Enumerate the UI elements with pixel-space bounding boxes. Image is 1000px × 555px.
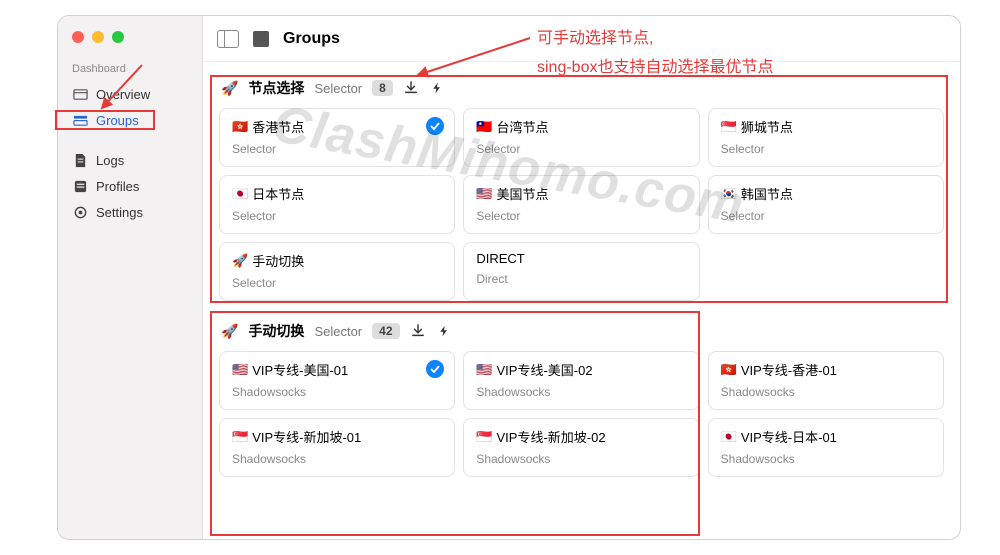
node-card[interactable]: 🇺🇸VIP专线-美国-01 Shadowsocks bbox=[219, 351, 455, 410]
group-count-badge: 8 bbox=[372, 80, 393, 96]
minimize-window[interactable] bbox=[92, 31, 104, 43]
sidebar-item-label: Settings bbox=[96, 205, 143, 220]
node-card[interactable]: 🇸🇬狮城节点 Selector bbox=[708, 108, 944, 167]
groups-title-icon bbox=[253, 31, 269, 47]
download-icon[interactable] bbox=[403, 80, 419, 96]
app-window: Dashboard Overview Groups Logs Profiles bbox=[57, 15, 961, 540]
flag-icon: 🇸🇬 bbox=[232, 429, 248, 445]
node-subtype: Shadowsocks bbox=[476, 452, 686, 466]
node-subtype: Selector bbox=[232, 276, 442, 290]
node-card[interactable]: 🇺🇸 美国节点 Selector bbox=[463, 175, 699, 234]
node-name: VIP专线-日本-01 bbox=[741, 427, 837, 446]
node-card[interactable]: 🇺🇸 VIP专线-美国-02 Shadowsocks bbox=[463, 351, 699, 410]
speedtest-icon[interactable] bbox=[429, 80, 445, 96]
node-name: 台湾节点 bbox=[497, 117, 549, 136]
node-name: 韩国节点 bbox=[741, 184, 793, 203]
sidebar-item-settings[interactable]: Settings bbox=[58, 199, 202, 225]
node-subtype: Shadowsocks bbox=[476, 385, 686, 399]
node-card[interactable]: 🇭🇰VIP专线-香港-01 Shadowsocks bbox=[708, 351, 944, 410]
node-card[interactable]: 🇯🇵日本节点 Selector bbox=[219, 175, 455, 234]
sidebar-item-label: Overview bbox=[96, 87, 150, 102]
content-body: 🚀 节点选择 Selector 8 🇭🇰香港节点 Selector bbox=[203, 62, 960, 539]
sidebar-item-label: Profiles bbox=[96, 179, 139, 194]
node-name: VIP专线-美国-02 bbox=[497, 360, 593, 379]
sidebar-item-label: Groups bbox=[96, 113, 139, 128]
sidebar-item-groups[interactable]: Groups bbox=[58, 107, 202, 133]
node-subtype: Shadowsocks bbox=[232, 385, 442, 399]
sidebar-toggle-icon[interactable] bbox=[217, 30, 239, 48]
sidebar-item-overview[interactable]: Overview bbox=[58, 81, 202, 107]
flag-icon: 🇰🇷 bbox=[721, 186, 737, 202]
page-title: Groups bbox=[283, 30, 340, 48]
titlebar: Groups bbox=[203, 16, 960, 62]
content-area: Groups 🚀 节点选择 Selector 8 🇭🇰香港节点 S bbox=[203, 16, 960, 539]
node-name: VIP专线-美国-01 bbox=[252, 360, 348, 379]
flag-icon: 🇭🇰 bbox=[232, 119, 248, 135]
flag-icon: 🇺🇸 bbox=[232, 362, 248, 378]
speedtest-icon[interactable] bbox=[436, 323, 452, 339]
sidebar: Dashboard Overview Groups Logs Profiles bbox=[58, 16, 203, 539]
group-type: Selector bbox=[314, 81, 362, 96]
node-subtype: Selector bbox=[232, 209, 442, 223]
node-card[interactable]: 🇸🇬VIP专线-新加坡-01 Shadowsocks bbox=[219, 418, 455, 477]
node-subtype: Shadowsocks bbox=[232, 452, 442, 466]
window-controls bbox=[58, 26, 202, 61]
sidebar-item-logs[interactable]: Logs bbox=[58, 147, 202, 173]
group-icon: 🚀 bbox=[221, 323, 238, 340]
group-type: Selector bbox=[314, 324, 362, 339]
group-title: 手动切换 bbox=[248, 321, 304, 341]
flag-icon: 🇭🇰 bbox=[721, 362, 737, 378]
groups-icon bbox=[72, 112, 88, 128]
node-card[interactable]: 🚀手动切换 Selector bbox=[219, 242, 455, 301]
node-subtype: Shadowsocks bbox=[721, 385, 931, 399]
group-icon: 🚀 bbox=[221, 80, 238, 97]
node-name: 手动切换 bbox=[252, 251, 304, 270]
group-count-badge: 42 bbox=[372, 323, 399, 339]
logs-icon bbox=[72, 152, 88, 168]
node-card[interactable]: 🇭🇰香港节点 Selector bbox=[219, 108, 455, 167]
node-card[interactable]: DIRECT Direct bbox=[463, 242, 699, 301]
node-subtype: Selector bbox=[721, 209, 931, 223]
node-grid: 🇺🇸VIP专线-美国-01 Shadowsocks 🇺🇸VIP专线-美国-02 … bbox=[219, 351, 944, 477]
flag-icon: 🇺🇸 bbox=[476, 186, 492, 202]
node-card[interactable]: 🇹🇼 台湾节点 Selector bbox=[463, 108, 699, 167]
node-name: 狮城节点 bbox=[741, 117, 793, 136]
profiles-icon bbox=[72, 178, 88, 194]
flag-icon: 🇯🇵 bbox=[232, 186, 248, 202]
flag-icon: 🇸🇬 bbox=[721, 119, 737, 135]
node-subtype: Selector bbox=[232, 142, 442, 156]
node-card[interactable]: 🇰🇷韩国节点 Selector bbox=[708, 175, 944, 234]
node-name: 日本节点 bbox=[252, 184, 304, 203]
node-subtype: Direct bbox=[476, 272, 686, 286]
node-name: 香港节点 bbox=[252, 117, 304, 136]
flag-icon: 🇺🇸 bbox=[476, 362, 492, 378]
group-title: 节点选择 bbox=[248, 78, 304, 98]
flag-icon: 🚀 bbox=[232, 253, 248, 269]
node-card[interactable]: 🇸🇬 VIP专线-新加坡-02 Shadowsocks bbox=[463, 418, 699, 477]
node-name: 美国节点 bbox=[497, 184, 549, 203]
node-grid: 🇭🇰香港节点 Selector 🇹🇼 台湾节点 Selector 🇸🇬狮城节点 S… bbox=[219, 108, 944, 301]
overview-icon bbox=[72, 86, 88, 102]
flag-icon: 🇸🇬 bbox=[476, 429, 492, 445]
node-name: VIP专线-新加坡-02 bbox=[497, 427, 606, 446]
flag-icon: 🇹🇼 bbox=[476, 119, 492, 135]
sidebar-item-label: Logs bbox=[96, 153, 124, 168]
download-icon[interactable] bbox=[410, 323, 426, 339]
flag-icon: 🇯🇵 bbox=[721, 429, 737, 445]
node-subtype: Selector bbox=[476, 209, 686, 223]
node-name: DIRECT bbox=[476, 251, 524, 266]
maximize-window[interactable] bbox=[112, 31, 124, 43]
group-header: 🚀 节点选择 Selector 8 bbox=[219, 72, 944, 108]
group-header: 🚀 手动切换 Selector 42 bbox=[219, 315, 944, 351]
node-name: VIP专线-新加坡-01 bbox=[252, 427, 361, 446]
node-name: VIP专线-香港-01 bbox=[741, 360, 837, 379]
node-card[interactable]: 🇯🇵VIP专线-日本-01 Shadowsocks bbox=[708, 418, 944, 477]
close-window[interactable] bbox=[72, 31, 84, 43]
settings-icon bbox=[72, 204, 88, 220]
sidebar-section-title: Dashboard bbox=[58, 61, 202, 81]
node-subtype: Selector bbox=[721, 142, 931, 156]
sidebar-item-profiles[interactable]: Profiles bbox=[58, 173, 202, 199]
node-subtype: Shadowsocks bbox=[721, 452, 931, 466]
node-subtype: Selector bbox=[476, 142, 686, 156]
